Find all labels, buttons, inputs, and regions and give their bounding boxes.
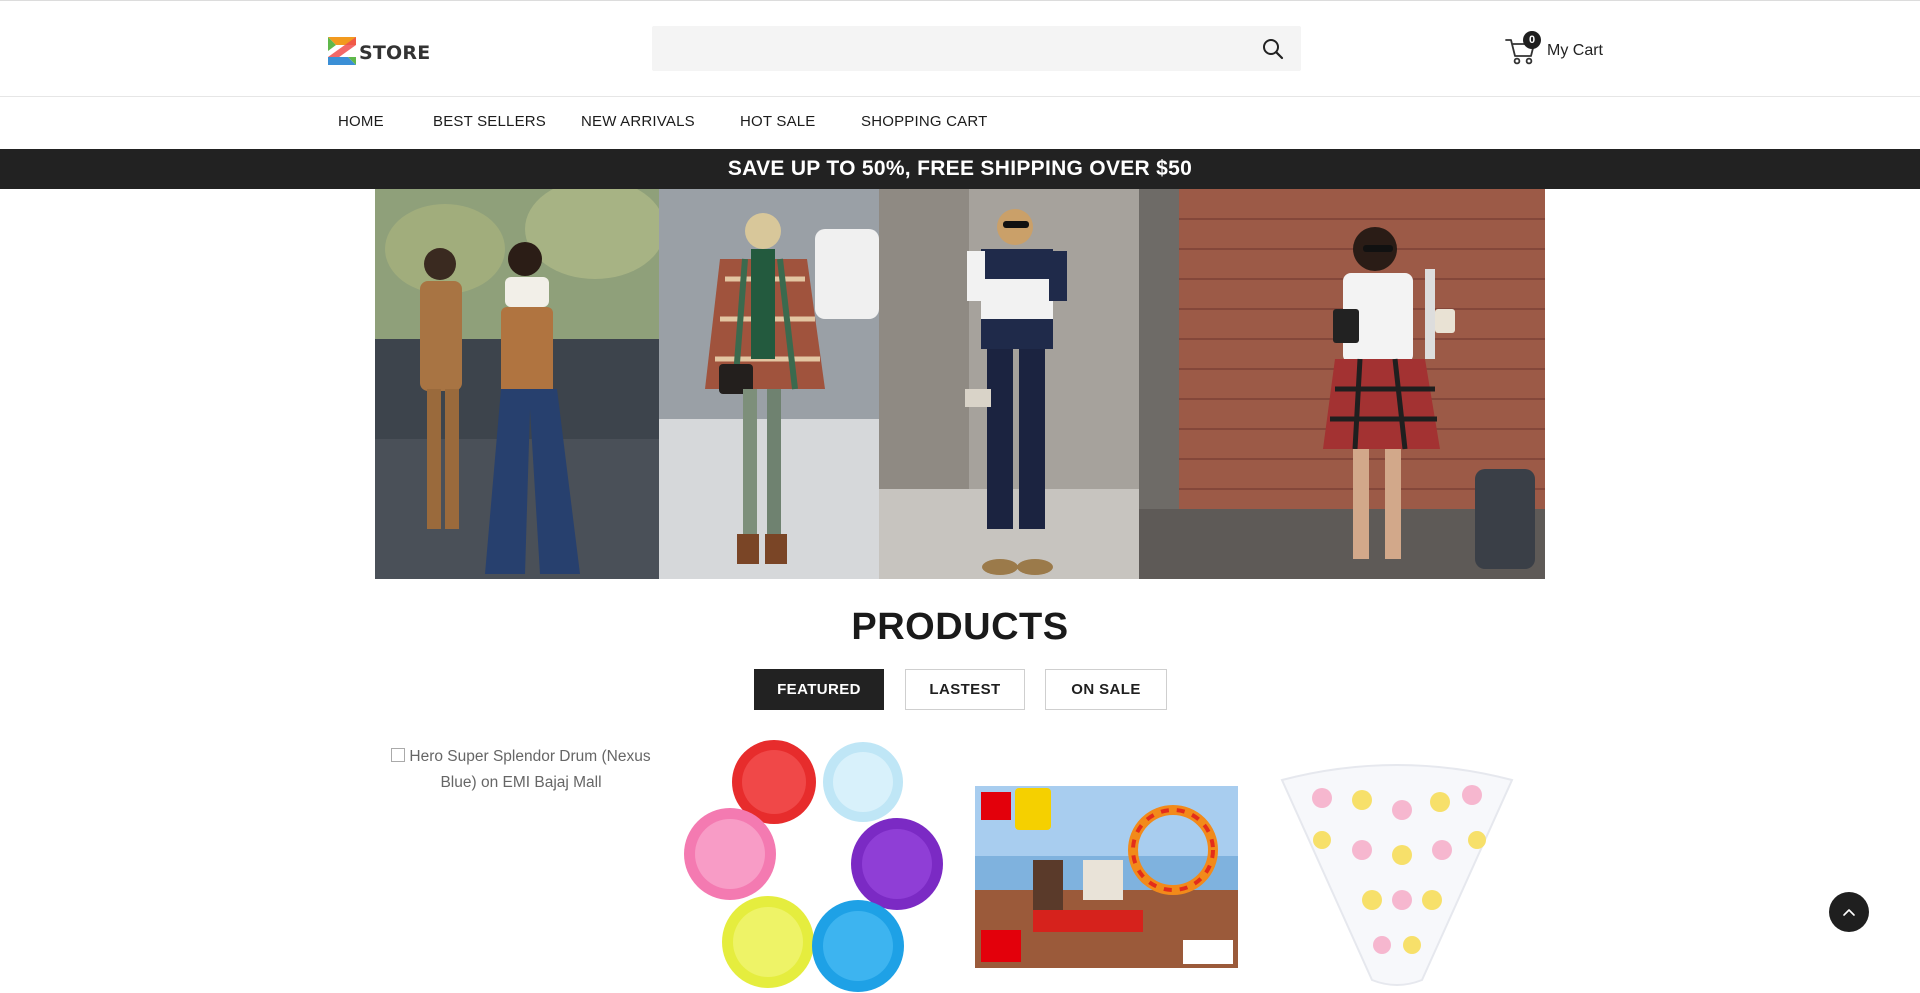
product-image: [1280, 764, 1514, 986]
search-bar: [652, 26, 1301, 71]
product-card-lego-set[interactable]: [973, 740, 1240, 993]
nav-item-shopping-cart[interactable]: SHOPPING CART: [861, 113, 988, 130]
tab-on-sale[interactable]: ON SALE: [1045, 669, 1167, 710]
search-button[interactable]: [1261, 37, 1285, 61]
logo-mark-icon: [328, 37, 356, 65]
tab-featured[interactable]: FEATURED: [754, 669, 884, 710]
cart-button[interactable]: 0 My Cart: [1505, 29, 1603, 69]
site-header: STORE 0 My Cart: [0, 1, 1920, 97]
product-card-cupcake-liners[interactable]: [675, 740, 950, 993]
product-image: [975, 786, 1238, 968]
product-image-broken[interactable]: Hero Super Splendor Drum (Nexus Blue) on…: [389, 744, 653, 796]
nav-item-home[interactable]: HOME: [338, 113, 384, 130]
nav-item-new-arrivals[interactable]: NEW ARRIVALS: [581, 113, 695, 130]
promo-text: SAVE UP TO 50%, FREE SHIPPING OVER $50: [727, 157, 1193, 180]
product-image-alt: Hero Super Splendor Drum (Nexus Blue) on…: [409, 748, 651, 791]
main-nav: HOME BEST SELLERS NEW ARRIVALS HOT SALE …: [0, 97, 1920, 149]
product-image: [684, 740, 943, 992]
scroll-to-top-button[interactable]: [1829, 892, 1869, 932]
chevron-up-icon: [1843, 909, 1855, 916]
store-logo[interactable]: STORE: [328, 35, 430, 67]
hero-banner-image: [375, 189, 1545, 579]
search-icon: [1263, 39, 1284, 60]
nav-item-best-sellers[interactable]: BEST SELLERS: [433, 113, 546, 130]
product-card-bandana-bib[interactable]: [1262, 740, 1532, 993]
products-title: PRODUCTS: [851, 606, 1069, 648]
cart-icon-wrap: 0: [1505, 31, 1541, 66]
nav-item-hot-sale[interactable]: HOT SALE: [740, 113, 816, 130]
tab-lastest[interactable]: LASTEST: [905, 669, 1025, 710]
cart-count-badge: 0: [1523, 31, 1541, 49]
broken-image-icon: [391, 748, 406, 762]
hero-banner[interactable]: [375, 189, 1545, 579]
promo-bar: SAVE UP TO 50%, FREE SHIPPING OVER $50: [0, 149, 1920, 189]
search-input[interactable]: [652, 26, 1252, 71]
logo-text: STORE: [359, 42, 431, 64]
cart-label: My Cart: [1547, 42, 1603, 59]
